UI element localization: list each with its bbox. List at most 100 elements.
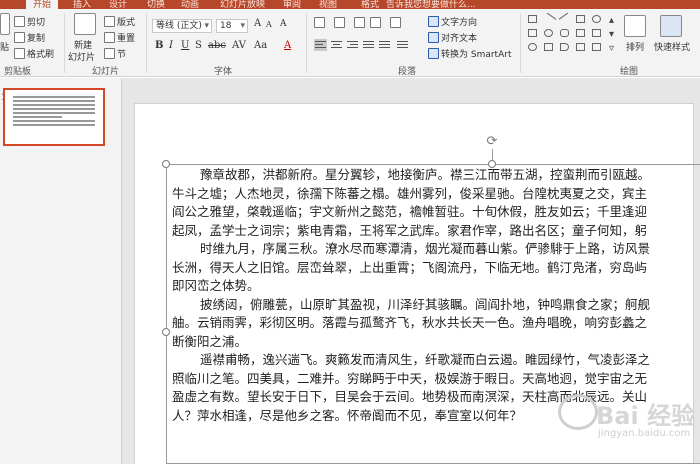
font-group-label: 字体 [214, 67, 233, 77]
thumbnail-text-preview [13, 96, 95, 128]
gallery-scroll-up-icon[interactable]: ▴ [609, 15, 614, 26]
arrange-icon[interactable] [624, 15, 646, 37]
format-painter-button[interactable]: 格式刷 [14, 47, 54, 60]
underline-icon[interactable]: U [181, 40, 189, 51]
shape-oval-icon[interactable] [528, 43, 537, 51]
section-button[interactable]: 节 [104, 47, 126, 60]
line-spacing-icon [390, 17, 401, 28]
section-icon [104, 48, 115, 59]
text-line: 披绣闼，俯雕甍，山原旷其盈视，川泽纡其骇瞩。闾阎扑地，钟鸣鼎食之家；舸舰 [200, 296, 651, 312]
numbering-icon [334, 17, 345, 28]
shrink-font-icon[interactable]: A [266, 20, 272, 29]
smartart-label: 转换为 SmartArt [441, 50, 512, 60]
copy-label: 复制 [27, 34, 46, 44]
shape-bracket-icon[interactable] [576, 43, 585, 51]
new-slide-icon[interactable] [74, 13, 96, 35]
shape-line-icon[interactable] [542, 12, 557, 26]
align-right-button[interactable] [346, 39, 359, 51]
tab-slideshow[interactable]: 幻灯片放映 [220, 0, 265, 9]
section-label: 节 [117, 50, 127, 60]
grow-font-icon[interactable]: A [254, 18, 261, 29]
group-divider [64, 13, 65, 73]
baidu-jingyan-watermark: Bai 经验 jingyan.baidu.com [558, 384, 698, 454]
shape-star-icon[interactable] [592, 43, 601, 51]
resize-handle[interactable] [162, 328, 170, 336]
shape-line-icon[interactable] [558, 12, 573, 26]
decrease-indent-button[interactable] [354, 17, 365, 28]
shape-triangle-icon[interactable] [576, 29, 585, 37]
tab-view[interactable]: 视图 [319, 0, 337, 9]
gallery-scroll-down-icon[interactable]: ▾ [609, 29, 614, 40]
paragraph-group-label: 段落 [398, 67, 417, 77]
tab-design[interactable]: 设计 [109, 0, 127, 9]
italic-icon[interactable]: I [169, 40, 173, 51]
shape-curve-icon[interactable] [560, 43, 569, 51]
align-text-button[interactable]: 对齐文本 [428, 31, 477, 44]
numbering-button[interactable] [334, 17, 345, 28]
tab-transitions[interactable]: 切换 [147, 0, 165, 9]
quick-styles-button[interactable]: 快速样式 [654, 40, 690, 53]
font-name-dropdown[interactable]: 等线 (正文) ▾ [152, 19, 212, 33]
shape-rectangle-icon[interactable] [528, 15, 537, 23]
tab-animations[interactable]: 动画 [181, 0, 199, 9]
bold-icon[interactable]: B [155, 40, 163, 51]
reset-icon [104, 32, 115, 43]
shape-arrow-icon[interactable] [544, 43, 553, 51]
line-spacing-button[interactable] [390, 17, 401, 28]
tell-me-search[interactable]: 告诉我您想要做什么... [386, 0, 476, 9]
tab-review[interactable]: 审阅 [283, 0, 301, 9]
resize-handle[interactable] [162, 160, 170, 168]
font-size-value: 18 [220, 21, 232, 31]
arrange-button[interactable]: 排列 [626, 40, 644, 53]
new-slide-button-label[interactable]: 幻灯片 [68, 50, 95, 63]
copy-button[interactable]: 复制 [14, 31, 45, 44]
align-center-button[interactable] [330, 39, 343, 51]
bullets-button[interactable] [314, 17, 325, 28]
text-line: 舳。云销雨霁，彩彻区明。落霞与孤鹜齐飞，秋水共长天一色。渔舟唱晚，响穷彭蠡之 [172, 315, 648, 330]
increase-indent-button[interactable] [370, 17, 381, 28]
gallery-more-icon[interactable]: ▿ [609, 43, 614, 54]
chevron-down-icon: ▾ [240, 21, 245, 31]
brush-icon [14, 48, 25, 59]
cut-button[interactable]: 剪切 [14, 15, 45, 28]
font-size-dropdown[interactable]: 18 ▾ [216, 19, 248, 33]
paw-logo-icon [558, 394, 598, 430]
change-case-icon[interactable]: Aa [254, 40, 267, 51]
copy-icon [14, 32, 25, 43]
group-divider [146, 13, 147, 73]
tab-format[interactable]: 格式 [361, 0, 379, 9]
tab-home[interactable]: 开始 [26, 0, 59, 9]
clear-format-icon[interactable]: A [280, 19, 287, 29]
smartart-button[interactable]: 转换为 SmartArt [428, 47, 511, 60]
text-direction-icon [428, 16, 439, 27]
tab-insert[interactable]: 插入 [73, 0, 91, 9]
slide-thumbnail[interactable] [3, 88, 105, 146]
shape-rectangle-icon[interactable] [576, 15, 585, 23]
shape-oval-icon[interactable] [544, 29, 553, 37]
rotate-handle-icon[interactable]: ⟳ [485, 135, 499, 149]
group-divider [520, 13, 521, 73]
text-line: 遥襟甫畅，逸兴遄飞。爽籁发而清风生，纤歌凝而白云遏。睢园绿竹，气凌彭泽之 [200, 352, 651, 367]
text-line: 牛斗之墟；人杰地灵，徐孺下陈蕃之榻。雄州雾列，俊采星驰。台隍枕夷夏之交，宾主 [172, 185, 648, 201]
text-direction-button[interactable]: 文字方向 [428, 15, 477, 28]
char-spacing-icon[interactable]: AV [232, 40, 246, 51]
shape-rectangle-icon[interactable] [528, 29, 537, 37]
reset-button[interactable]: 重置 [104, 31, 135, 44]
quick-styles-icon[interactable] [660, 15, 682, 37]
shape-rectangle-icon[interactable] [592, 29, 601, 37]
paste-button[interactable]: 贴 [0, 40, 9, 53]
paste-icon[interactable] [0, 13, 10, 35]
font-color-icon[interactable]: A [284, 40, 291, 51]
shadow-icon[interactable]: S [195, 40, 202, 51]
columns-button[interactable] [396, 39, 409, 51]
chevron-down-icon: ▾ [204, 21, 209, 31]
justify-button[interactable] [362, 39, 375, 51]
strikethrough-icon[interactable]: abc [208, 40, 226, 51]
group-divider [306, 13, 307, 73]
text-line: 阎公之雅望，棨戟遥临；宇文新州之懿范，襜帷暂驻。十旬休假，胜友如云；千里逢迎 [172, 204, 648, 219]
distributed-button[interactable] [378, 39, 391, 51]
layout-button[interactable]: 版式 [104, 15, 135, 28]
align-left-button[interactable] [314, 39, 327, 51]
shape-rounded-rect-icon[interactable] [560, 29, 569, 37]
shape-oval-icon[interactable] [592, 15, 601, 23]
